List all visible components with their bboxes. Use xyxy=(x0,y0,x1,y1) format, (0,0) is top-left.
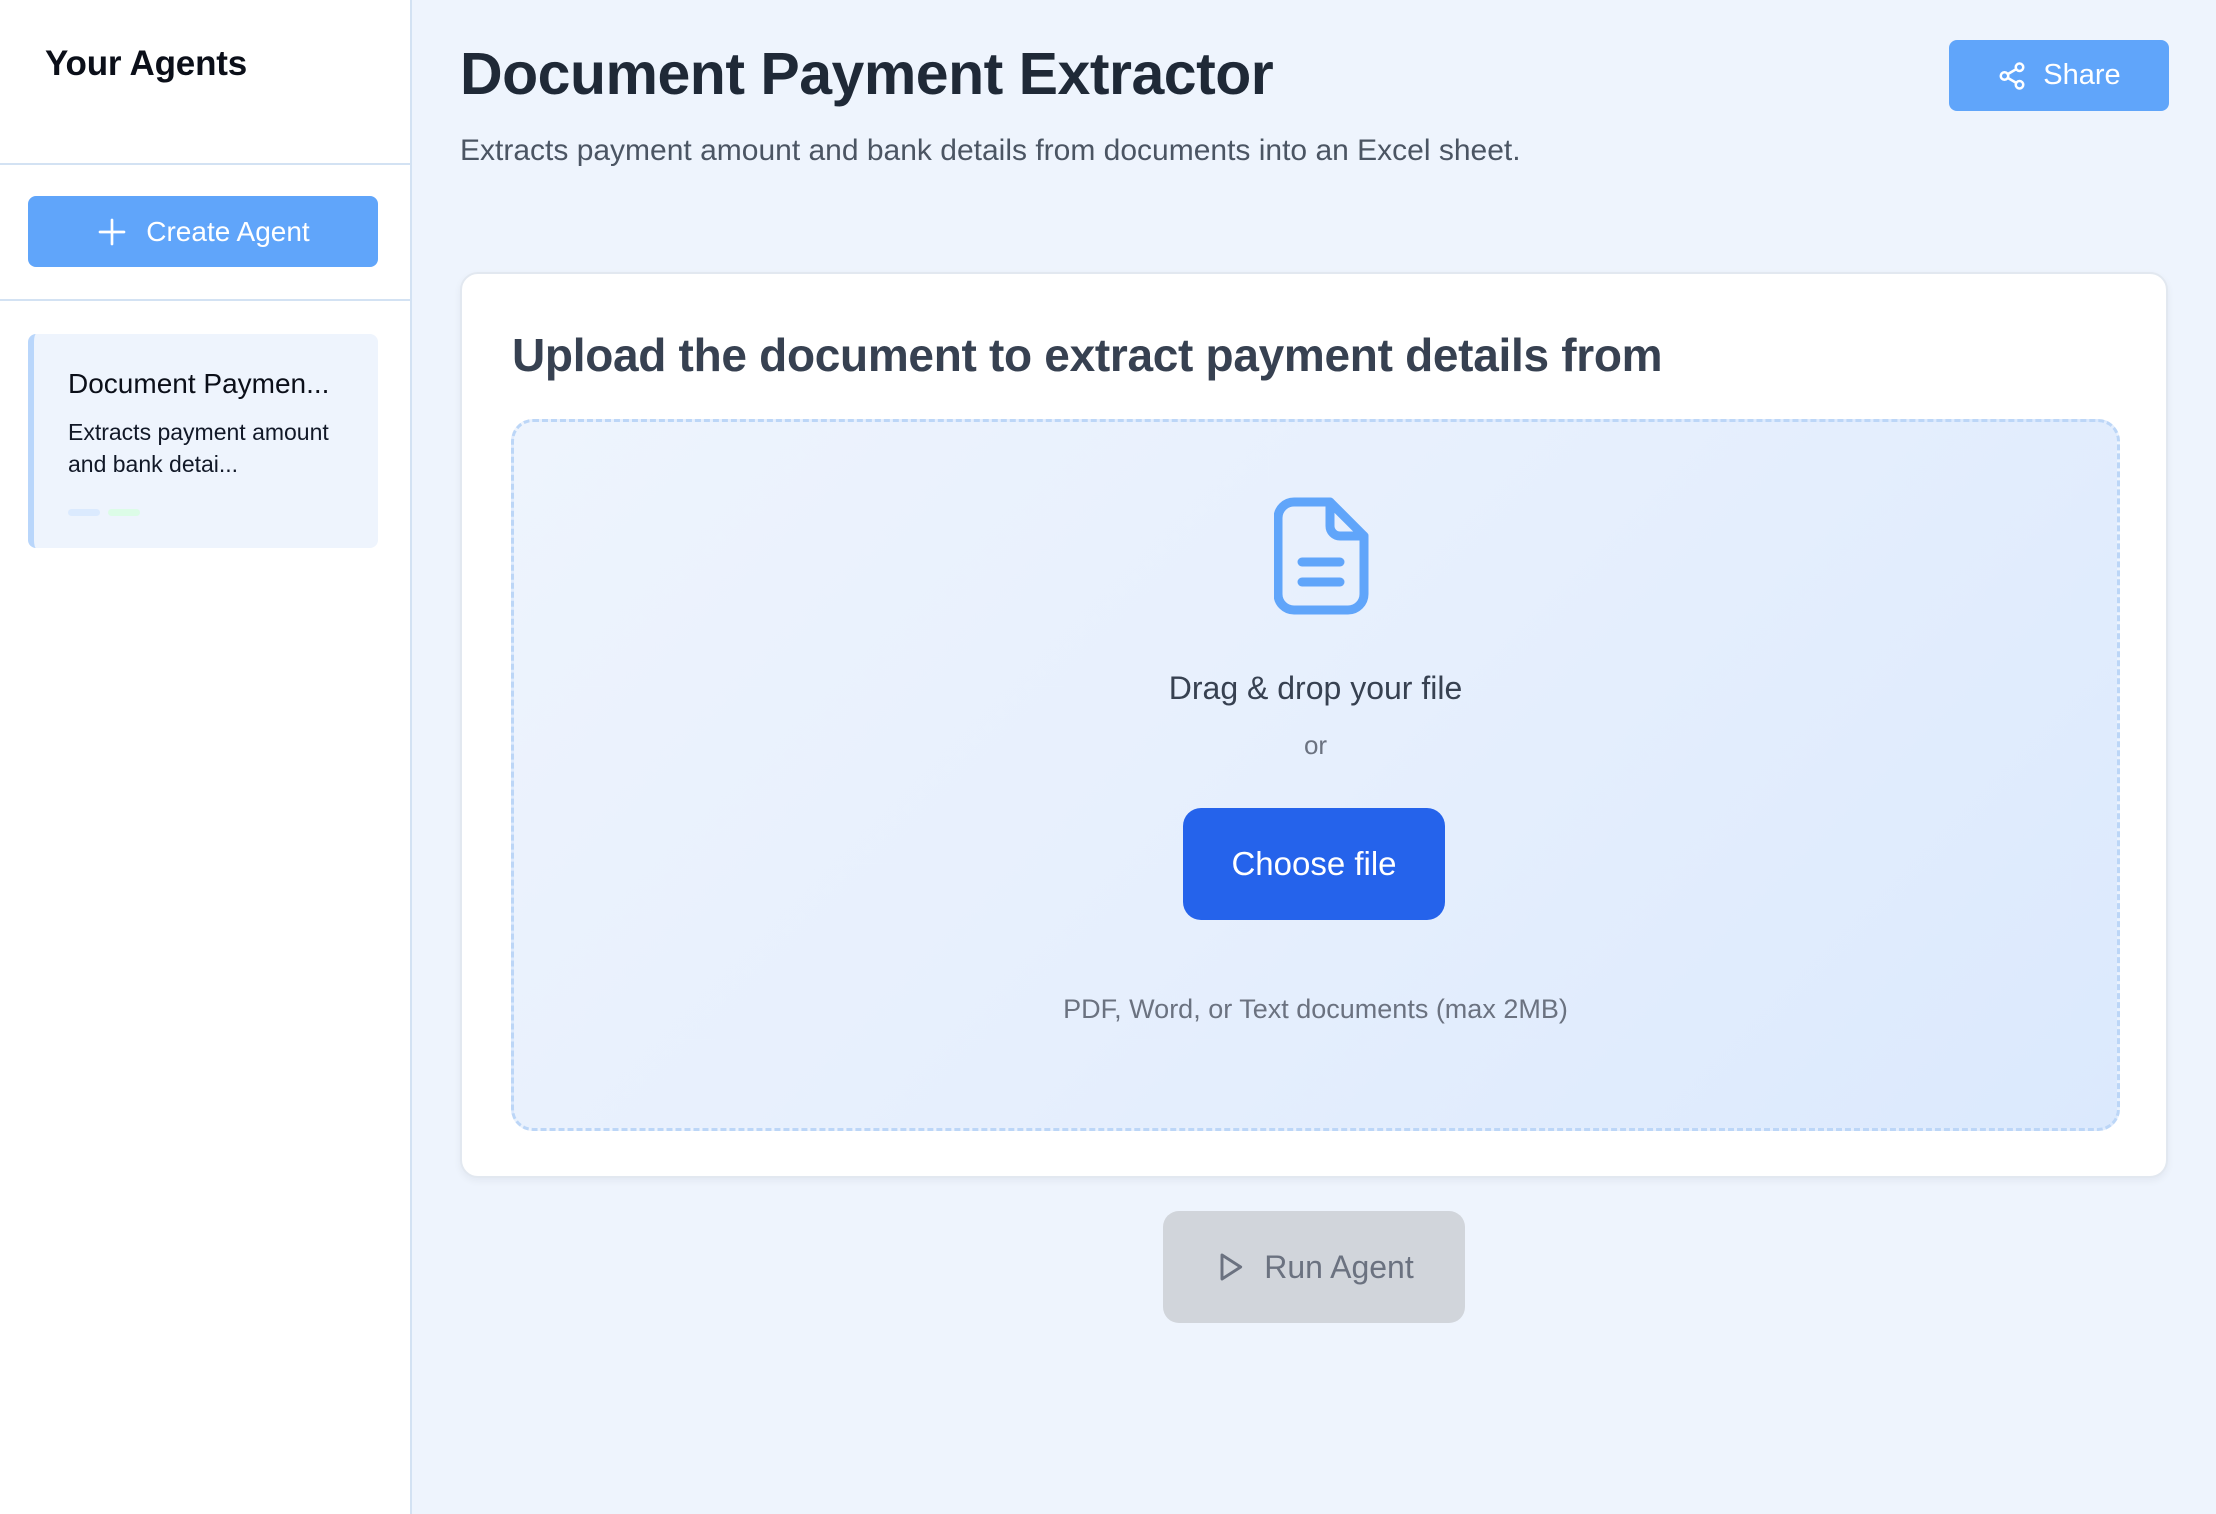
create-agent-label: Create Agent xyxy=(146,215,310,247)
choose-file-button[interactable]: Choose file xyxy=(1183,808,1445,920)
upload-card: Upload the document to extract payment d… xyxy=(460,272,2168,1178)
share-icon xyxy=(1999,61,2025,90)
run-agent-button[interactable]: Run Agent xyxy=(1163,1211,1465,1323)
agent-item-tags xyxy=(68,509,140,516)
file-format-hint: PDF, Word, or Text documents (max 2MB) xyxy=(1063,994,1568,1024)
agent-item-description: Extracts payment amount and bank detai..… xyxy=(68,419,329,477)
page-subtitle: Extracts payment amount and bank details… xyxy=(460,134,1521,167)
agent-list-item[interactable]: Document Paymen... Extracts payment amou… xyxy=(28,334,378,548)
sidebar-title: Your Agents xyxy=(45,44,247,83)
create-agent-button[interactable]: Create Agent xyxy=(28,196,378,267)
sidebar-divider xyxy=(0,163,410,165)
tag-placeholder xyxy=(108,509,140,516)
tag-placeholder xyxy=(68,509,100,516)
share-button[interactable]: Share xyxy=(1949,40,2169,111)
run-agent-label: Run Agent xyxy=(1264,1248,1414,1285)
upload-heading: Upload the document to extract payment d… xyxy=(512,329,1663,381)
sidebar: Your Agents Create Agent Document Paymen… xyxy=(0,0,412,1514)
document-icon xyxy=(1274,497,1369,615)
file-dropzone[interactable]: Drag & drop your file or Choose file PDF… xyxy=(511,419,2120,1131)
drop-instruction: Drag & drop your file xyxy=(1168,670,1463,706)
page-title: Document Payment Extractor xyxy=(460,41,1274,107)
or-separator: or xyxy=(1303,730,1328,760)
sidebar-divider xyxy=(0,299,410,301)
agent-item-title: Document Paymen... xyxy=(68,368,330,399)
share-label: Share xyxy=(2043,59,2121,91)
play-icon xyxy=(1220,1253,1243,1281)
plus-icon xyxy=(98,218,126,245)
app-window: Your Agents Create Agent Document Paymen… xyxy=(0,0,2216,1514)
main-content: Document Payment Extractor Extracts paym… xyxy=(412,0,2216,1514)
